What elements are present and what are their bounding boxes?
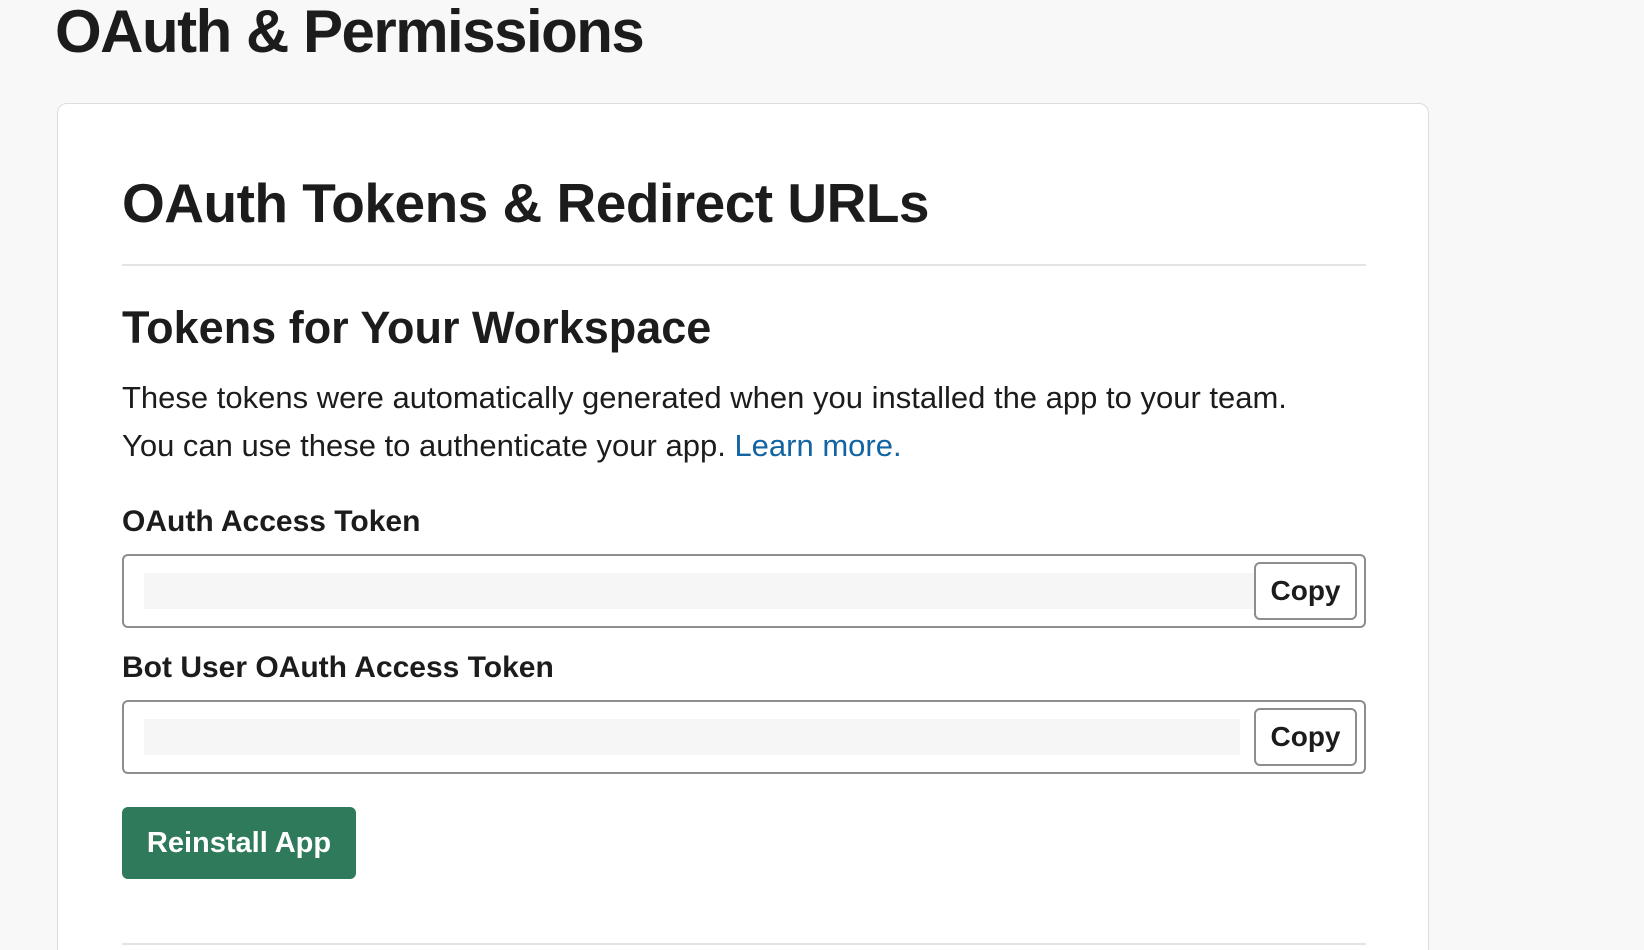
oauth-token-label: OAuth Access Token	[122, 505, 421, 538]
divider	[122, 264, 1366, 266]
bot-token-input[interactable]	[144, 719, 1240, 755]
section-description: These tokens were automatically generate…	[122, 374, 1366, 470]
copy-bot-token-button[interactable]: Copy	[1254, 708, 1357, 766]
bot-token-field: Copy	[122, 700, 1366, 774]
page: OAuth & Permissions OAuth Tokens & Redir…	[0, 0, 1644, 950]
card-title: OAuth Tokens & Redirect URLs	[122, 172, 930, 234]
description-line-2: You can use these to authenticate your a…	[122, 428, 726, 463]
section-title: Tokens for Your Workspace	[122, 302, 712, 353]
oauth-token-input[interactable]	[144, 573, 1256, 609]
oauth-token-field: Copy	[122, 554, 1366, 628]
copy-oauth-token-button[interactable]: Copy	[1254, 562, 1357, 620]
learn-more-link[interactable]: Learn more.	[734, 428, 901, 463]
bot-token-label: Bot User OAuth Access Token	[122, 651, 554, 684]
page-title: OAuth & Permissions	[55, 0, 645, 65]
description-line-1: These tokens were automatically generate…	[122, 380, 1287, 415]
oauth-tokens-card: OAuth Tokens & Redirect URLs Tokens for …	[57, 103, 1429, 950]
divider	[122, 943, 1366, 945]
reinstall-app-button[interactable]: Reinstall App	[122, 807, 356, 879]
